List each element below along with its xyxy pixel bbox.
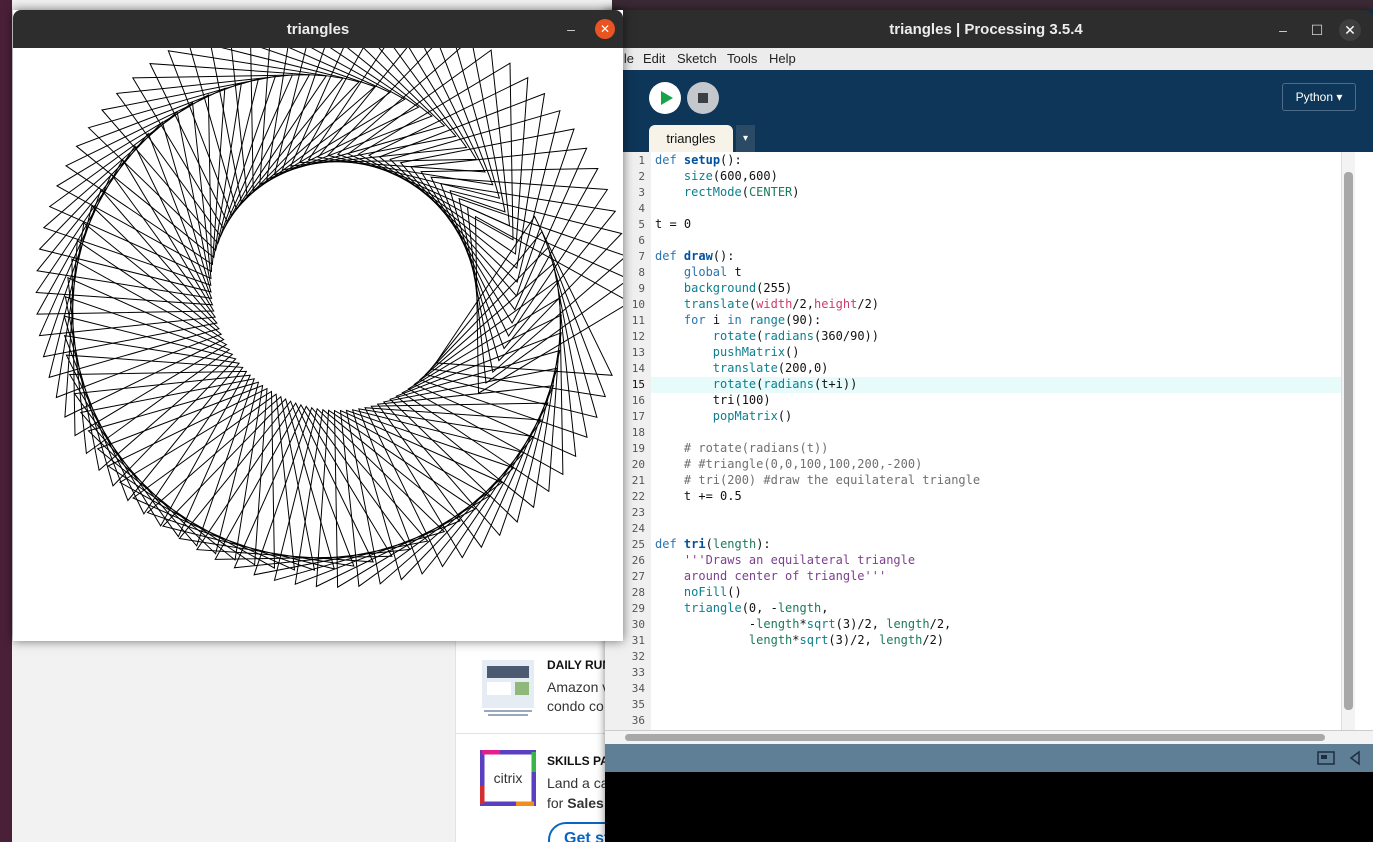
collapse-arrow-icon[interactable] [1349, 750, 1361, 766]
horizontal-scrollbar[interactable] [605, 730, 1373, 744]
code-line[interactable]: rectMode(CENTER) [655, 185, 800, 199]
code-line[interactable]: def draw(): [655, 249, 735, 263]
code-line[interactable]: t = 0 [655, 217, 691, 231]
ide-titlebar[interactable]: triangles | Processing 3.5.4 – ☐ ✕ [605, 10, 1373, 48]
feed-item-text: for Sales [547, 795, 604, 811]
processing-ide-window: triangles | Processing 3.5.4 – ☐ ✕ ile E… [605, 10, 1373, 842]
code-line[interactable]: # #triangle(0,0,100,100,200,-200) [655, 457, 922, 471]
code-line[interactable]: t += 0.5 [655, 489, 742, 503]
triangle [36, 158, 215, 315]
triangle [101, 75, 277, 245]
feed-item-title: SKILLS PA [547, 754, 609, 768]
stop-icon [698, 93, 708, 103]
line-number: 34 [631, 682, 645, 695]
code-line[interactable]: def setup(): [655, 153, 742, 167]
maximize-button[interactable]: ☐ [1306, 19, 1328, 41]
menu-tools[interactable]: Tools [727, 51, 757, 66]
toolbar: Python ▾ triangles ▾ [605, 70, 1373, 152]
line-number: 36 [631, 714, 645, 727]
svg-text:citrix: citrix [494, 770, 523, 786]
console-toggle-icon[interactable] [1317, 750, 1335, 766]
menu-bar: ile Edit Sketch Tools Help [605, 48, 1373, 70]
code-line[interactable]: rotate(radians(360/90)) [655, 329, 879, 343]
code-line[interactable]: '''Draws an equilateral triangle [655, 553, 915, 567]
play-icon [661, 91, 673, 105]
horizontal-scroll-thumb[interactable] [625, 734, 1325, 741]
code-line[interactable]: popMatrix() [655, 409, 792, 423]
desktop-background [0, 0, 12, 842]
triangle [68, 370, 248, 527]
code-line[interactable]: pushMatrix() [655, 345, 800, 359]
window-title: triangles | Processing 3.5.4 [889, 21, 1083, 38]
triangle [399, 128, 575, 297]
code-line[interactable]: # rotate(radians(t)) [655, 441, 829, 455]
sketch-window: triangles – ✕ [13, 10, 623, 641]
code-line[interactable]: -length*sqrt(3)/2, length/2, [655, 617, 951, 631]
menu-edit[interactable]: Edit [643, 51, 665, 66]
vertical-scroll-thumb[interactable] [1344, 172, 1353, 710]
code-line[interactable]: tri(100) [655, 393, 771, 407]
feed-divider [456, 733, 615, 734]
line-number: 33 [631, 666, 645, 679]
code-line[interactable]: def tri(length): [655, 537, 771, 551]
line-number: 32 [631, 650, 645, 663]
code-line[interactable]: around center of triangle''' [655, 569, 886, 583]
tab-menu-button[interactable]: ▾ [736, 125, 755, 152]
tab-triangles[interactable]: triangles [649, 125, 733, 152]
code-line[interactable]: translate(width/2,height/2) [655, 297, 879, 311]
minimize-button[interactable]: – [1272, 19, 1294, 41]
code-line[interactable]: for i in range(90): [655, 313, 821, 327]
triangle-pattern-drawing [35, 48, 623, 589]
code-line[interactable]: # tri(200) #draw the equilateral triangl… [655, 473, 980, 487]
menu-help[interactable]: Help [769, 51, 796, 66]
triangle [378, 92, 546, 270]
console-area[interactable] [605, 772, 1373, 842]
stop-button[interactable] [687, 82, 719, 114]
feed-item-text: Amazon v [547, 679, 610, 695]
code-editor[interactable]: 1 2 3 4 5 6 7 8 9 10 11 12 13 14 15 16 17 18 19 20 21 22 23 24 2… [605, 152, 1373, 730]
code-line[interactable]: translate(200,0) [655, 361, 829, 375]
news-feed: DAILY RUN Amazon v condo co citrix SKILL… [455, 640, 615, 842]
code-line[interactable]: background(255) [655, 281, 792, 295]
vertical-scrollbar[interactable] [1341, 152, 1355, 730]
sketch-titlebar[interactable]: triangles – ✕ [13, 10, 623, 48]
code-line[interactable]: noFill() [655, 585, 742, 599]
run-button[interactable] [649, 82, 681, 114]
menu-sketch[interactable]: Sketch [677, 51, 717, 66]
close-button[interactable]: ✕ [1339, 19, 1361, 41]
citrix-logo: citrix [479, 749, 537, 808]
code-line[interactable]: rotate(radians(t+i)) [655, 377, 858, 391]
feed-item-title: DAILY RUN [547, 658, 612, 672]
close-button[interactable]: ✕ [595, 19, 615, 39]
newsletter-thumbnail-icon [480, 658, 536, 716]
triangle [298, 48, 478, 164]
code-line[interactable]: triangle(0, -length, [655, 601, 829, 615]
code-line[interactable]: length*sqrt(3)/2, length/2) [655, 633, 944, 647]
code-line[interactable]: global t [655, 265, 742, 279]
mode-selector[interactable]: Python ▾ [1282, 83, 1356, 111]
sketch-canvas [13, 48, 623, 641]
status-bar [605, 744, 1373, 772]
code-line[interactable]: size(600,600) [655, 169, 778, 183]
triangle [65, 87, 226, 266]
feed-item-text: Land a ca [547, 775, 609, 791]
sketch-window-title: triangles [286, 21, 350, 38]
minimize-button[interactable]: – [561, 19, 581, 39]
line-number: 35 [631, 698, 645, 711]
feed-item-text: condo co [547, 698, 604, 714]
